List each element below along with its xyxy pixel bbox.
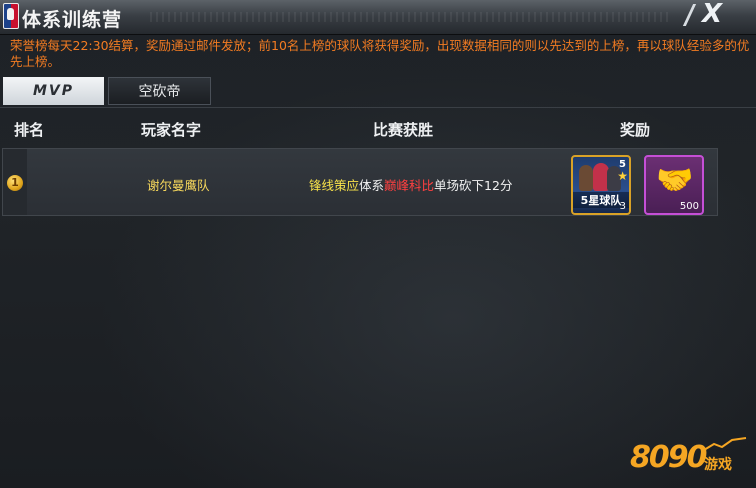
handshake-icon: 🤝	[656, 163, 694, 198]
win-condition: 锋线策应体系巅峰科比单场砍下12分	[309, 175, 512, 194]
reward-count: 3	[619, 201, 626, 212]
tab-kongkandi[interactable]: 空砍帝	[108, 77, 211, 105]
reward-5star-team-card[interactable]: 5 ★ 5星球队 3	[571, 155, 631, 215]
win-text-system: 体系	[359, 178, 385, 193]
ranking-tabs: MVP 空砍帝	[0, 77, 756, 108]
column-player: 玩家名字	[141, 121, 202, 139]
win-text-points: 单场砍下12分	[434, 178, 513, 193]
rank-medal-icon: 1	[7, 175, 23, 191]
win-player-name: 巅峰科比	[384, 178, 435, 193]
watermark-number: 8090	[630, 440, 707, 475]
column-rank: 排名	[14, 121, 45, 139]
star-icon: ★	[617, 169, 628, 183]
close-icon: X	[702, 0, 723, 29]
trend-line-icon	[703, 437, 747, 451]
player-name: 谢尔曼鹰队	[147, 178, 210, 193]
win-system-name: 锋线策应	[309, 178, 360, 193]
reward-handshake-item[interactable]: 🤝 500	[644, 155, 704, 215]
close-button[interactable]: X	[682, 0, 746, 30]
nba-logo-icon	[3, 3, 19, 29]
player-figure-icon	[579, 165, 593, 191]
table-row: 1 谢尔曼鹰队 锋线策应体系巅峰科比单场砍下12分 5 ★ 5星球队 3 🤝 5…	[2, 148, 718, 216]
column-win: 比赛获胜	[373, 121, 434, 139]
settlement-notice: 荣誉榜每天22:30结算，奖励通过邮件发放；前10名上榜的球队将获得奖励，出现数…	[10, 38, 750, 69]
window-title: 体系训练营	[22, 9, 123, 31]
table-header: 排名 玩家名字 比赛获胜 奖励	[0, 114, 756, 144]
watermark-logo: 8090 游戏	[630, 432, 750, 482]
title-bar: 体系训练营 X	[0, 0, 756, 35]
reward-count: 500	[679, 201, 699, 212]
game-window: 体系训练营 X 荣誉榜每天22:30结算，奖励通过邮件发放；前10名上榜的球队将…	[0, 0, 756, 488]
column-reward: 奖励	[620, 121, 651, 139]
tab-mvp[interactable]: MVP	[3, 77, 104, 105]
watermark-text: 游戏	[704, 457, 732, 473]
